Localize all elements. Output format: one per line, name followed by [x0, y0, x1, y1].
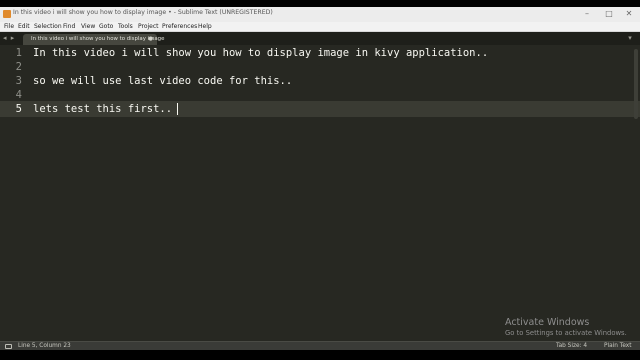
menu-preferences[interactable]: Preferences	[162, 22, 197, 31]
title-bar[interactable]: In this video i will show you how to dis…	[0, 7, 640, 22]
vertical-scrollbar[interactable]	[634, 45, 638, 341]
tab-overflow-icon[interactable]: ▾	[625, 33, 635, 43]
menu-file[interactable]: File	[4, 22, 14, 31]
minimize-icon[interactable]: –	[578, 8, 596, 20]
tab-unsaved-dot-icon[interactable]: ●	[148, 34, 153, 45]
activate-windows-title: Activate Windows	[505, 317, 590, 328]
maximize-icon[interactable]: □	[600, 8, 618, 20]
code-line[interactable]: so we will use last video code for this.…	[33, 73, 292, 89]
tab-nav-arrows-icon[interactable]: ◂ ▸	[3, 33, 15, 43]
menu-help[interactable]: Help	[198, 22, 212, 31]
top-letterbox	[0, 0, 640, 7]
scrollbar-thumb[interactable]	[634, 49, 638, 119]
menu-view[interactable]: View	[81, 22, 95, 31]
line-number-current: 5	[15, 103, 22, 115]
menu-goto[interactable]: Goto	[99, 22, 113, 31]
panel-toggle-icon[interactable]	[5, 344, 12, 349]
menu-edit[interactable]: Edit	[18, 22, 30, 31]
menu-find[interactable]: Find	[63, 22, 75, 31]
code-line[interactable]: lets test this first..	[33, 101, 172, 117]
sublime-app-icon	[3, 10, 11, 18]
sublime-text-window: In this video i will show you how to dis…	[0, 0, 640, 360]
text-caret	[177, 103, 178, 115]
tab-label: In this video i will show you how to dis…	[31, 36, 165, 42]
close-icon[interactable]: ✕	[620, 8, 638, 20]
menu-project[interactable]: Project	[138, 22, 159, 31]
window-title: In this video i will show you how to dis…	[13, 9, 273, 16]
menu-bar: File Edit Selection Find View Goto Tools…	[0, 22, 640, 32]
tab-active-file[interactable]: In this video i will show you how to dis…	[23, 34, 164, 45]
menu-selection[interactable]: Selection	[34, 22, 62, 31]
menu-tools[interactable]: Tools	[118, 22, 133, 31]
bottom-letterbox	[0, 350, 640, 360]
tab-bar: ◂ ▸ In this video i will show you how to…	[0, 32, 640, 45]
editor-area[interactable]: 1 2 3 4 5 In this video i will show you …	[0, 45, 640, 341]
code-line[interactable]: In this video i will show you how to dis…	[33, 45, 488, 61]
line-number-gutter: 1 2 3 4 5	[0, 45, 28, 341]
activate-windows-subtitle: Go to Settings to activate Windows.	[505, 329, 627, 337]
